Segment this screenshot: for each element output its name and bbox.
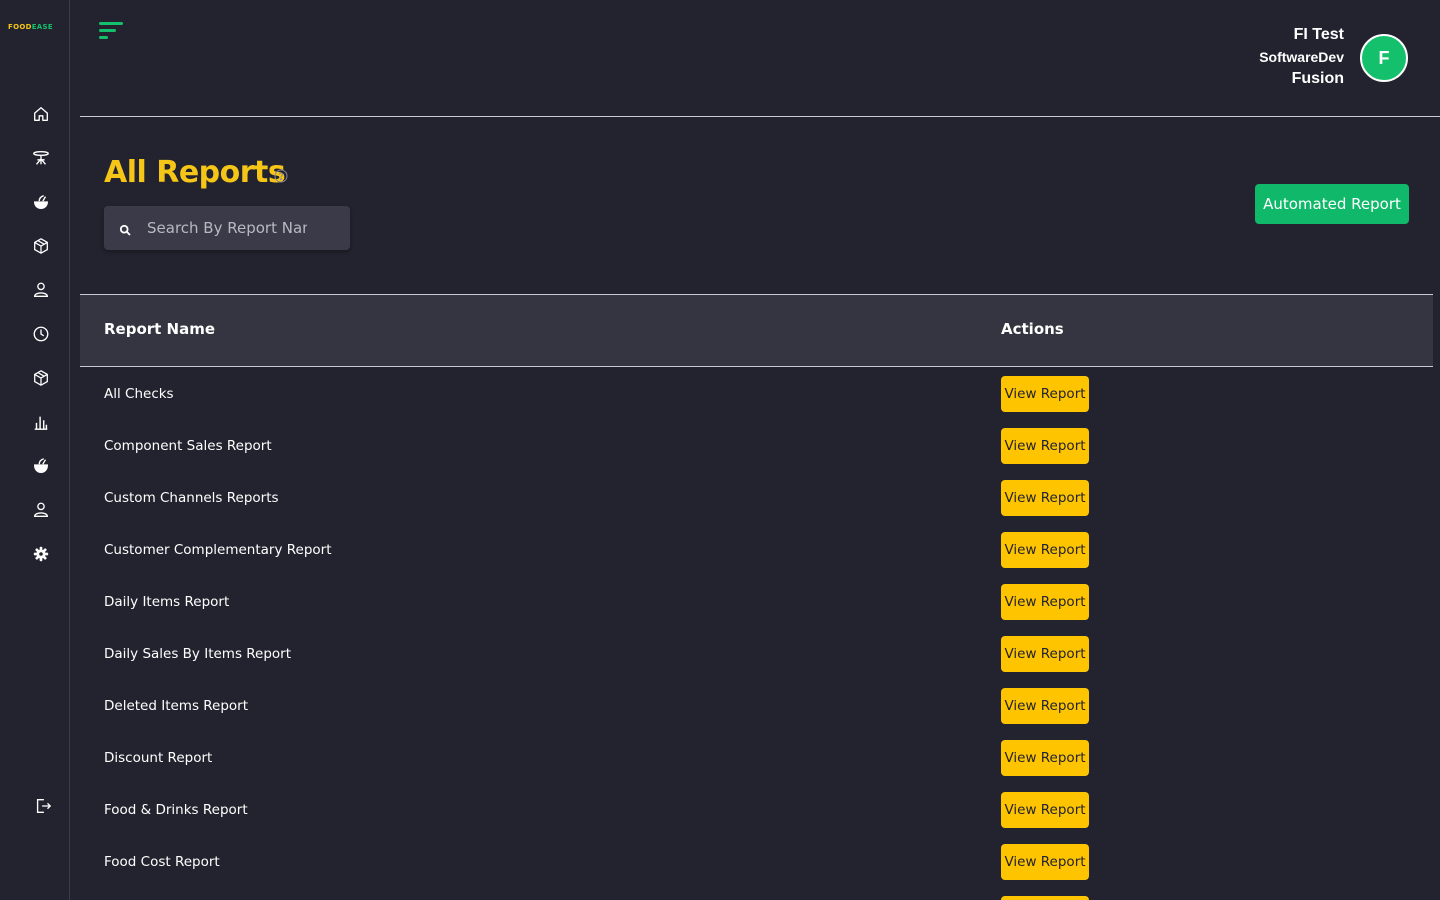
logo-food-text: FOOD (8, 23, 32, 31)
menu-toggle-icon[interactable] (99, 22, 125, 42)
search-box (104, 206, 350, 250)
view-report-button[interactable]: View Report (1001, 532, 1089, 568)
view-report-button[interactable]: View Report (1001, 428, 1089, 464)
package-icon[interactable] (31, 368, 51, 388)
avatar[interactable]: F (1360, 34, 1408, 82)
user-info: FI Test SoftwareDev Fusion (1259, 24, 1344, 90)
user-name: FI Test (1293, 26, 1344, 43)
app-logo[interactable]: FOODEASE (8, 23, 53, 31)
report-name: Discount Report (104, 750, 213, 766)
report-name: Daily Sales By Items Report (104, 646, 292, 662)
view-report-button[interactable]: View Report (1001, 636, 1089, 672)
view-report-button[interactable]: View Report (1001, 740, 1089, 776)
food-icon[interactable] (31, 192, 51, 212)
table-row: All Checks View Report (80, 368, 1433, 420)
report-name: Component Sales Report (104, 438, 272, 454)
page-title: All Reports (104, 155, 286, 190)
logo-ease-text: EASE (31, 23, 53, 31)
food-filled-icon[interactable] (31, 456, 51, 476)
user-icon[interactable] (31, 280, 51, 300)
table-row: Custom Channels Reports View Report (80, 472, 1433, 524)
column-header-report-name[interactable]: Report Name (104, 320, 215, 338)
logout-icon[interactable] (33, 796, 53, 816)
person-icon[interactable] (31, 500, 51, 520)
table-icon[interactable] (31, 148, 51, 168)
table-row (80, 888, 1433, 900)
clock-icon[interactable] (31, 324, 51, 344)
table-row: Food Cost Report View Report (80, 836, 1433, 888)
settings-icon[interactable] (31, 544, 51, 564)
view-report-button[interactable]: View Report (1001, 584, 1089, 620)
box-icon[interactable] (31, 236, 51, 256)
table-row: Daily Sales By Items Report View Report (80, 628, 1433, 680)
table-row: Daily Items Report View Report (80, 576, 1433, 628)
table-row: Customer Complementary Report View Repor… (80, 524, 1433, 576)
report-list: All Checks View Report Component Sales R… (80, 368, 1433, 900)
view-report-button[interactable]: View Report (1001, 792, 1089, 828)
search-icon (119, 222, 132, 236)
automated-report-button[interactable]: Automated Report (1255, 184, 1409, 224)
table-row: Food & Drinks Report View Report (80, 784, 1433, 836)
table-row: Deleted Items Report View Report (80, 680, 1433, 732)
report-name: All Checks (104, 386, 174, 402)
view-report-button[interactable]: View Report (1001, 688, 1089, 724)
table-header: Report Name Actions (80, 295, 1433, 367)
report-name: Custom Channels Reports (104, 490, 279, 506)
view-report-button[interactable] (1001, 896, 1089, 900)
report-name: Customer Complementary Report (104, 542, 332, 558)
table-row: Component Sales Report View Report (80, 420, 1433, 472)
column-header-actions: Actions (1001, 320, 1064, 338)
user-org: Fusion (1291, 70, 1344, 87)
home-icon[interactable] (31, 104, 51, 124)
report-name: Food & Drinks Report (104, 802, 248, 818)
help-icon[interactable] (274, 168, 288, 183)
view-report-button[interactable]: View Report (1001, 376, 1089, 412)
header-divider (80, 116, 1440, 117)
bar-chart-icon[interactable] (31, 412, 51, 432)
search-input[interactable] (147, 219, 307, 237)
report-name: Daily Items Report (104, 594, 230, 610)
view-report-button[interactable]: View Report (1001, 844, 1089, 880)
report-name: Food Cost Report (104, 854, 220, 870)
user-role: SoftwareDev (1259, 49, 1344, 65)
report-name: Deleted Items Report (104, 698, 249, 714)
table-row: Discount Report View Report (80, 732, 1433, 784)
sidebar: FOODEASE (0, 0, 70, 900)
view-report-button[interactable]: View Report (1001, 480, 1089, 516)
